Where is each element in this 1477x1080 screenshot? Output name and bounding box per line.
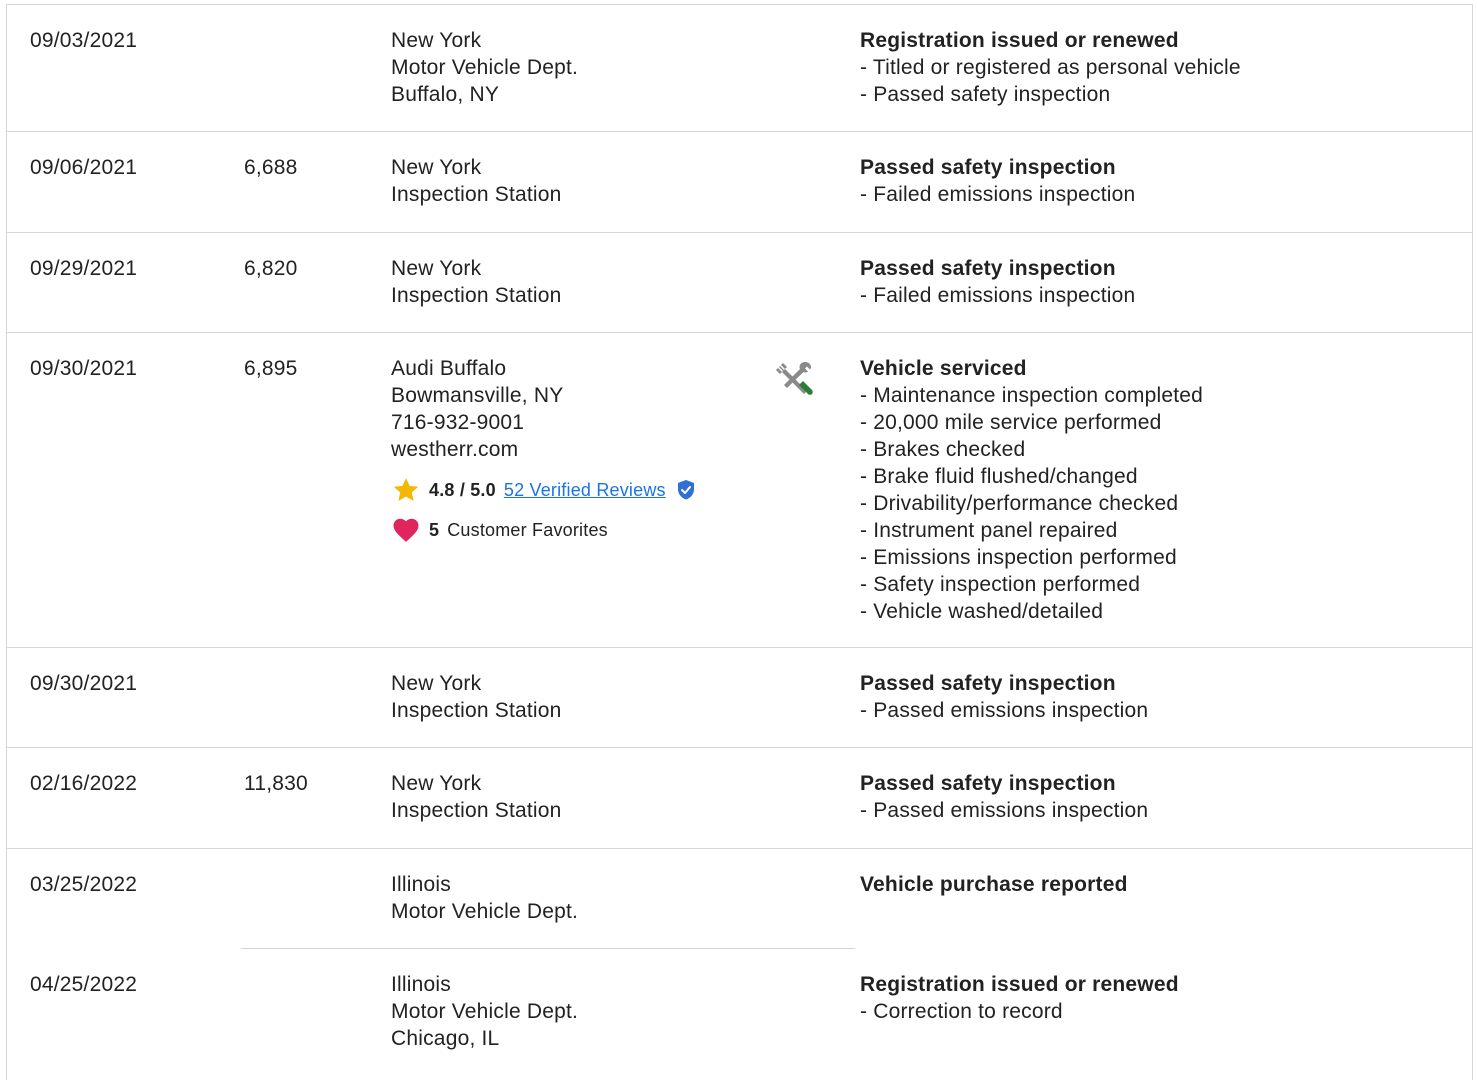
record-details: Vehicle serviced - Maintenance inspectio…	[860, 355, 1203, 625]
record-date: 04/25/2022	[30, 973, 138, 996]
source-line: Buffalo, NY	[391, 83, 500, 106]
rating-score: 4.8 / 5.0	[429, 480, 496, 500]
record-details: Passed safety inspection - Passed emissi…	[860, 670, 1148, 724]
source-line: Motor Vehicle Dept.	[391, 1000, 579, 1023]
record-details: Registration issued or renewed - Titled …	[860, 27, 1241, 108]
source-line: Inspection Station	[391, 699, 562, 722]
history-row: 03/25/2022 Illinois Motor Vehicle Dept. …	[7, 849, 1472, 948]
record-date: 09/30/2021	[30, 357, 138, 380]
source-line: Inspection Station	[391, 799, 562, 822]
record-date: 03/25/2022	[30, 873, 138, 896]
record-title: Registration issued or renewed	[860, 29, 1179, 52]
record-detail-item: - 20,000 mile service performed	[860, 411, 1162, 434]
customer-favorites: 5 Customer Favorites	[391, 515, 696, 545]
record-date: 09/29/2021	[30, 257, 138, 280]
record-title: Vehicle purchase reported	[860, 873, 1128, 896]
record-odometer: 6,895	[244, 357, 298, 380]
source-line: New York	[391, 772, 482, 795]
verified-shield-icon	[677, 480, 694, 500]
record-source: New York Inspection Station	[391, 255, 562, 309]
record-title: Passed safety inspection	[860, 772, 1116, 795]
source-line: Chicago, IL	[391, 1027, 500, 1050]
source-line: New York	[391, 257, 482, 280]
source-line: Illinois	[391, 973, 451, 996]
dealer-location: Bowmansville, NY	[391, 384, 564, 407]
record-title: Registration issued or renewed	[860, 973, 1179, 996]
source-line: New York	[391, 29, 482, 52]
verified-reviews-link[interactable]: 52 Verified Reviews	[504, 478, 666, 502]
record-date: 09/06/2021	[30, 156, 138, 179]
favorites-label: Customer Favorites	[447, 520, 608, 540]
source-line: New York	[391, 156, 482, 179]
dealer-rating: 4.8 / 5.0 52 Verified Reviews	[391, 475, 696, 505]
record-detail-item: - Safety inspection performed	[860, 573, 1141, 596]
record-title: Passed safety inspection	[860, 257, 1116, 280]
source-line: Inspection Station	[391, 284, 562, 307]
star-icon	[393, 478, 419, 501]
record-detail-item: - Passed emissions inspection	[860, 799, 1149, 822]
history-row: 09/06/2021 6,688 New York Inspection Sta…	[7, 132, 1472, 233]
record-detail-item: - Emissions inspection performed	[860, 546, 1177, 569]
record-detail-item: - Vehicle washed/detailed	[860, 600, 1104, 623]
source-line: Motor Vehicle Dept.	[391, 56, 579, 79]
record-detail-item: - Passed emissions inspection	[860, 699, 1149, 722]
dealer-website: westherr.com	[391, 438, 519, 461]
record-source: New York Inspection Station	[391, 770, 562, 824]
record-title: Vehicle serviced	[860, 357, 1027, 380]
source-line: Motor Vehicle Dept.	[391, 900, 579, 923]
history-row: 09/03/2021 New York Motor Vehicle Dept. …	[7, 5, 1472, 132]
record-details: Passed safety inspection - Failed emissi…	[860, 154, 1135, 208]
source-line: Inspection Station	[391, 183, 562, 206]
history-row: 02/16/2022 11,830 New York Inspection St…	[7, 748, 1472, 849]
source-line: New York	[391, 672, 482, 695]
record-details: Registration issued or renewed - Correct…	[860, 971, 1179, 1025]
history-row: 04/25/2022 Illinois Motor Vehicle Dept. …	[7, 949, 1472, 1080]
record-source: New York Motor Vehicle Dept. Buffalo, NY	[391, 27, 578, 108]
record-date: 09/30/2021	[30, 672, 138, 695]
record-detail-item: - Passed safety inspection	[860, 83, 1111, 106]
record-detail-item: - Brake fluid flushed/changed	[860, 465, 1138, 488]
record-detail-item: - Failed emissions inspection	[860, 284, 1136, 307]
record-odometer: 6,688	[244, 156, 298, 179]
record-date: 02/16/2022	[30, 772, 138, 795]
record-odometer: 11,830	[244, 772, 308, 795]
service-tools-icon	[775, 359, 817, 408]
record-odometer: 6,820	[244, 257, 298, 280]
dealer-name: Audi Buffalo	[391, 357, 507, 380]
record-detail-item: - Titled or registered as personal vehic…	[860, 56, 1241, 79]
record-title: Passed safety inspection	[860, 672, 1116, 695]
record-source: Illinois Motor Vehicle Dept.	[391, 871, 578, 925]
record-detail-item: - Instrument panel repaired	[860, 519, 1118, 542]
record-title: Passed safety inspection	[860, 156, 1116, 179]
record-details: Vehicle purchase reported	[860, 871, 1128, 898]
vehicle-history-table: 09/03/2021 New York Motor Vehicle Dept. …	[6, 4, 1473, 1080]
record-detail-item: - Correction to record	[860, 1000, 1063, 1023]
source-line: Illinois	[391, 873, 451, 896]
record-source: New York Inspection Station	[391, 154, 562, 208]
record-source: New York Inspection Station	[391, 670, 562, 724]
history-row: 09/30/2021 6,895 Audi Buffalo Bowmansvil…	[7, 333, 1472, 648]
record-detail-item: - Maintenance inspection completed	[860, 384, 1203, 407]
heart-icon	[393, 518, 419, 542]
record-details: Passed safety inspection - Failed emissi…	[860, 255, 1135, 309]
history-row: 09/30/2021 New York Inspection Station P…	[7, 648, 1472, 748]
history-row: 09/29/2021 6,820 New York Inspection Sta…	[7, 233, 1472, 333]
record-details: Passed safety inspection - Passed emissi…	[860, 770, 1148, 824]
record-source: Illinois Motor Vehicle Dept. Chicago, IL	[391, 971, 578, 1052]
record-detail-item: - Brakes checked	[860, 438, 1026, 461]
record-source: Audi Buffalo Bowmansville, NY 716-932-90…	[391, 355, 696, 545]
record-detail-item: - Drivability/performance checked	[860, 492, 1179, 515]
record-detail-item: - Failed emissions inspection	[860, 183, 1136, 206]
record-date: 09/03/2021	[30, 29, 138, 52]
favorites-count: 5	[429, 520, 440, 540]
dealer-phone: 716-932-9001	[391, 411, 525, 434]
